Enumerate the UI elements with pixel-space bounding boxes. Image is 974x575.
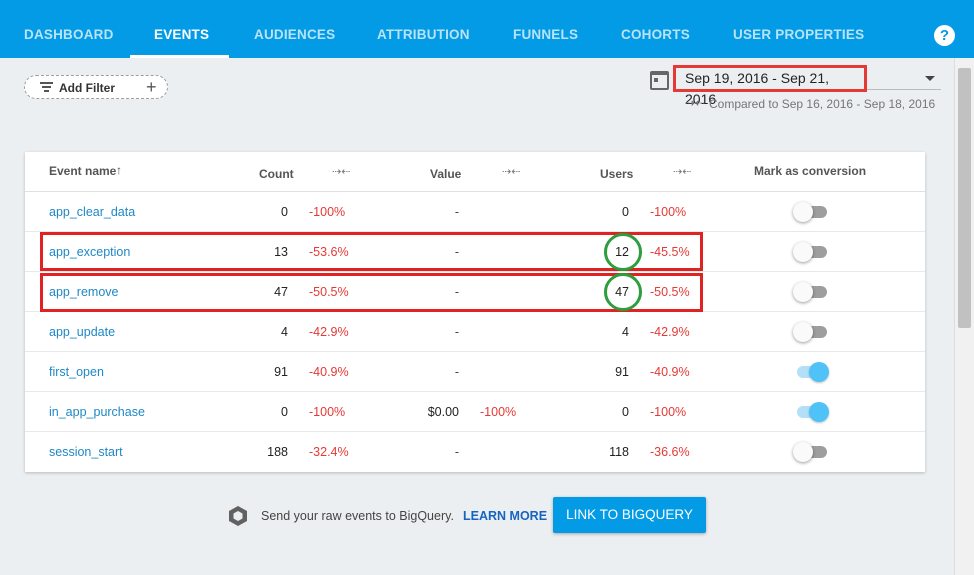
users-value: 47 bbox=[615, 285, 629, 299]
table-row: app_clear_data 0 -100% - 0 -100% bbox=[25, 192, 925, 232]
conversion-toggle[interactable] bbox=[793, 242, 829, 262]
count-change: -40.9% bbox=[309, 365, 349, 379]
filter-icon bbox=[40, 82, 53, 93]
count-change: -32.4% bbox=[309, 445, 349, 459]
dropdown-arrow-icon[interactable] bbox=[925, 76, 935, 81]
calendar-icon[interactable] bbox=[650, 71, 669, 90]
add-filter-label: Add Filter bbox=[59, 81, 115, 95]
tab-attribution[interactable]: ATTRIBUTION bbox=[377, 0, 470, 58]
compare-arrows-icon: ⇢⇠ bbox=[685, 96, 706, 110]
event-name-link[interactable]: app_remove bbox=[49, 285, 119, 299]
event-name-link[interactable]: app_exception bbox=[49, 245, 130, 259]
compare-arrows-icon: ⇢⇠ bbox=[332, 166, 351, 178]
table-row: app_remove 47 -50.5% - 47 -50.5% bbox=[25, 272, 925, 312]
users-change: -100% bbox=[650, 205, 687, 219]
tab-funnels[interactable]: FUNNELS bbox=[513, 0, 578, 58]
table-row: session_start 188 -32.4% - 118 -36.6% bbox=[25, 432, 925, 472]
count-value: 4 bbox=[281, 325, 288, 339]
tab-dashboard[interactable]: DASHBOARD bbox=[24, 0, 114, 58]
events-table: Event name ↑ Count ⇢⇠ Value ⇢⇠ Users ⇢⇠ … bbox=[25, 152, 925, 472]
event-name-link[interactable]: app_clear_data bbox=[49, 205, 135, 219]
tab-audiences[interactable]: AUDIENCES bbox=[254, 0, 335, 58]
table-row: in_app_purchase 0 -100% $0.00 -100% 0 -1… bbox=[25, 392, 925, 432]
value-value: - bbox=[454, 285, 459, 299]
count-value: 13 bbox=[274, 245, 288, 259]
table-row: app_exception 13 -53.6% - 12 -45.5% bbox=[25, 232, 925, 272]
tab-cohorts[interactable]: COHORTS bbox=[621, 0, 690, 58]
bigquery-icon bbox=[229, 506, 247, 526]
count-value: 188 bbox=[267, 445, 288, 459]
value-value: - bbox=[454, 445, 459, 459]
header-users[interactable]: Users bbox=[600, 167, 633, 181]
users-value: 0 bbox=[622, 405, 629, 419]
conversion-toggle[interactable] bbox=[793, 362, 829, 382]
value-value: $0.00 bbox=[427, 405, 459, 419]
count-change: -100% bbox=[309, 205, 346, 219]
users-value: 0 bbox=[622, 205, 629, 219]
learn-more-link[interactable]: LEARN MORE bbox=[463, 509, 547, 523]
event-name-link[interactable]: session_start bbox=[49, 445, 123, 459]
event-name-link[interactable]: app_update bbox=[49, 325, 115, 339]
value-value: - bbox=[454, 365, 459, 379]
users-value: 118 bbox=[609, 445, 629, 459]
link-to-bigquery-button[interactable]: LINK TO BIGQUERY bbox=[553, 497, 706, 533]
tab-events[interactable]: EVENTS bbox=[154, 0, 209, 58]
count-value: 0 bbox=[281, 205, 288, 219]
header-mark-as-conversion: Mark as conversion bbox=[754, 164, 867, 178]
bigquery-promo-text: Send your raw events to BigQuery. bbox=[261, 509, 454, 523]
header-count[interactable]: Count bbox=[259, 167, 294, 181]
conversion-toggle[interactable] bbox=[793, 282, 829, 302]
count-change: -53.6% bbox=[309, 245, 349, 259]
conversion-toggle[interactable] bbox=[793, 202, 829, 222]
top-nav-bar: DASHBOARD EVENTS AUDIENCES ATTRIBUTION F… bbox=[0, 0, 974, 58]
count-change: -50.5% bbox=[309, 285, 349, 299]
value-value: - bbox=[454, 325, 459, 339]
date-range-selector[interactable]: Sep 19, 2016 - Sep 21, 2016 bbox=[673, 65, 867, 107]
tab-user-properties[interactable]: USER PROPERTIES bbox=[733, 0, 864, 58]
count-value: 47 bbox=[274, 285, 288, 299]
plus-icon: + bbox=[146, 77, 157, 97]
users-change: -100% bbox=[650, 405, 687, 419]
table-header: Event name ↑ Count ⇢⇠ Value ⇢⇠ Users ⇢⇠ … bbox=[25, 152, 925, 192]
help-icon[interactable]: ? bbox=[934, 25, 955, 46]
users-change: -42.9% bbox=[650, 325, 690, 339]
users-change: -45.5% bbox=[650, 245, 690, 259]
count-value: 0 bbox=[281, 405, 288, 419]
value-value: - bbox=[454, 205, 459, 219]
users-change: -50.5% bbox=[650, 285, 690, 299]
users-change: -40.9% bbox=[650, 365, 690, 379]
event-name-link[interactable]: in_app_purchase bbox=[49, 405, 145, 419]
header-event-name[interactable]: Event name bbox=[49, 164, 116, 178]
table-row: app_update 4 -42.9% - 4 -42.9% bbox=[25, 312, 925, 352]
page-scrollbar[interactable] bbox=[954, 58, 974, 575]
table-row: first_open 91 -40.9% - 91 -40.9% bbox=[25, 352, 925, 392]
conversion-toggle[interactable] bbox=[793, 402, 829, 422]
count-change: -42.9% bbox=[309, 325, 349, 339]
users-change: -36.6% bbox=[650, 445, 690, 459]
count-value: 91 bbox=[274, 365, 288, 379]
date-range-underline bbox=[867, 89, 941, 90]
count-change: -100% bbox=[309, 405, 346, 419]
users-value: 91 bbox=[615, 365, 629, 379]
scrollbar-thumb[interactable] bbox=[958, 68, 971, 328]
conversion-toggle[interactable] bbox=[793, 442, 829, 462]
value-value: - bbox=[454, 245, 459, 259]
conversion-toggle[interactable] bbox=[793, 322, 829, 342]
value-change: -100% bbox=[480, 405, 517, 419]
compare-arrows-icon: ⇢⇠ bbox=[673, 166, 692, 178]
header-value[interactable]: Value bbox=[430, 167, 461, 181]
comparison-date-range: Compared to Sep 16, 2016 - Sep 18, 2016 bbox=[709, 97, 936, 111]
event-name-link[interactable]: first_open bbox=[49, 365, 104, 379]
add-filter-button[interactable]: Add Filter + bbox=[24, 75, 168, 99]
users-value: 4 bbox=[622, 325, 629, 339]
compare-arrows-icon: ⇢⇠ bbox=[502, 166, 521, 178]
sort-arrow-up-icon[interactable]: ↑ bbox=[116, 163, 122, 177]
users-value: 12 bbox=[615, 245, 629, 259]
active-tab-indicator bbox=[130, 55, 229, 58]
